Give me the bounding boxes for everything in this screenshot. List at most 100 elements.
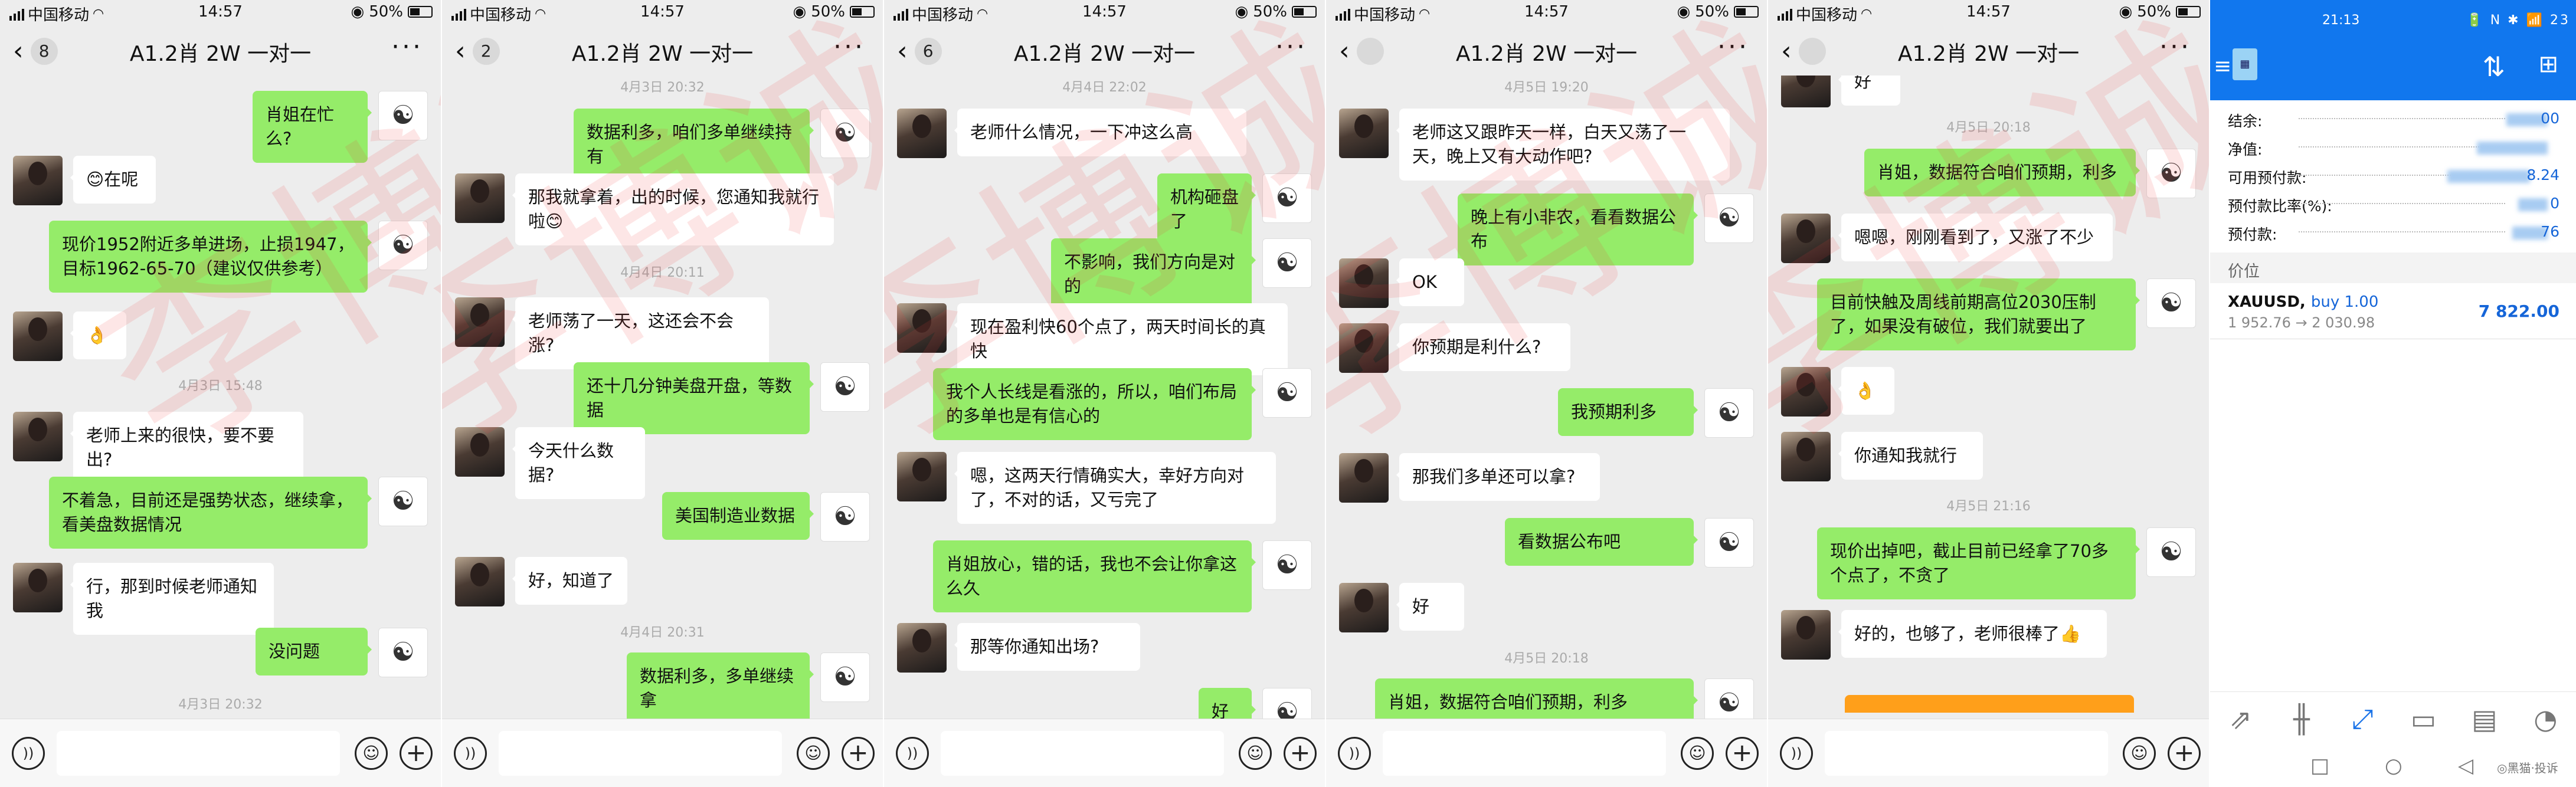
message-bubble[interactable]: 现价1952附近多单进场，止损1947，目标1962-65-70（建议仅供参考）	[49, 221, 372, 293]
message-input[interactable]	[1825, 731, 2108, 776]
contact-avatar[interactable]	[13, 156, 63, 205]
emoji-icon[interactable]: ☺	[2123, 737, 2156, 770]
message-bubble[interactable]: 老师什么情况，一下冲这么高	[954, 109, 1246, 156]
quotes-icon[interactable]: ⇗	[2217, 703, 2264, 735]
open-position[interactable]: XAUUSD, buy 1.00 1 952.76 → 2 030.98 7 822…	[2210, 286, 2576, 339]
menu-icon[interactable]: ≡	[2214, 54, 2231, 78]
trade-icon[interactable]: ⤢	[2339, 703, 2386, 736]
emoji-icon[interactable]: ☺	[1239, 737, 1272, 770]
home-icon[interactable]: ○	[2385, 754, 2402, 778]
message-bubble[interactable]: 目前快触及周线前期高位2030压制了，如果没有破位，我们就要出了	[1817, 278, 2140, 350]
message-bubble[interactable]: 现价出掉吧，截止目前已经拿了70多个点了，不贪了	[1817, 527, 2140, 599]
more-options-icon[interactable]: ···	[1275, 32, 1307, 62]
my-avatar[interactable]: ☯	[820, 362, 870, 412]
contact-avatar[interactable]	[1339, 453, 1389, 503]
my-avatar[interactable]: ☯	[820, 652, 870, 702]
message-bubble[interactable]: 😊在呢	[70, 156, 156, 204]
message-input[interactable]	[941, 731, 1224, 776]
my-avatar[interactable]: ☯	[378, 221, 428, 270]
my-avatar[interactable]: ☯	[2146, 149, 2196, 198]
message-bubble[interactable]: 数据利多，咱们多单继续持有	[574, 109, 814, 181]
message-bubble[interactable]: 好	[1838, 76, 1900, 106]
contact-avatar[interactable]	[1781, 432, 1831, 481]
message-bubble[interactable]: 机构砸盘了	[1157, 173, 1256, 245]
message-bubble[interactable]: 肖姐，数据符合咱们预期，利多	[1864, 149, 2140, 196]
message-list[interactable]: 4月5日 19:20 老师这又跟昨天一样，白天又荡了一天，晚上又有大动作吧? ☯ 晚上…	[1326, 76, 1767, 719]
contact-avatar[interactable]	[13, 311, 63, 361]
message-bubble[interactable]: 肖姐放心，错的话，我也不会让你拿这么久	[933, 540, 1256, 612]
shared-card-preview[interactable]	[1845, 695, 2134, 713]
contact-avatar[interactable]	[1781, 610, 1831, 660]
my-avatar[interactable]: ☯	[1704, 194, 1754, 243]
message-bubble[interactable]: 老师上来的很快，要不要出?	[70, 412, 303, 484]
more-options-icon[interactable]: ···	[833, 32, 865, 62]
contact-avatar[interactable]	[1781, 367, 1831, 417]
contact-avatar[interactable]	[1781, 214, 1831, 263]
contact-avatar[interactable]	[1339, 258, 1389, 308]
message-input[interactable]	[1383, 731, 1666, 776]
contact-avatar[interactable]	[1781, 76, 1831, 107]
emoji-icon[interactable]: ☺	[1681, 737, 1714, 770]
message-bubble[interactable]: 我个人长线是看涨的，所以，咱们布局的多单也是有信心的	[933, 368, 1256, 440]
contact-avatar[interactable]	[1339, 323, 1389, 373]
my-avatar[interactable]: ☯	[1262, 173, 1312, 223]
my-avatar[interactable]: ☯	[378, 477, 428, 526]
message-bubble[interactable]: 那等你通知出场?	[954, 623, 1140, 671]
message-bubble[interactable]: 👌	[1838, 367, 1894, 415]
message-input[interactable]	[499, 731, 782, 776]
my-avatar[interactable]: ☯	[378, 628, 428, 677]
add-attachment-icon[interactable]: +	[400, 737, 433, 770]
history-icon[interactable]: ▭	[2400, 703, 2447, 735]
contact-avatar[interactable]	[897, 109, 947, 158]
message-bubble[interactable]: 那我就拿着，出的时候，您通知我就行啦😊	[512, 173, 834, 245]
contact-avatar[interactable]	[897, 623, 947, 673]
voice-input-icon[interactable]: ))	[12, 737, 45, 770]
my-avatar[interactable]: ☯	[2146, 527, 2196, 577]
my-avatar[interactable]: ☯	[1262, 688, 1312, 719]
news-icon[interactable]: ▤	[2461, 703, 2508, 735]
contact-avatar[interactable]	[455, 557, 505, 606]
contact-avatar[interactable]	[897, 452, 947, 501]
my-avatar[interactable]: ☯	[1704, 678, 1754, 719]
chart-icon[interactable]: ╫	[2278, 703, 2325, 735]
voice-input-icon[interactable]: ))	[454, 737, 487, 770]
contact-avatar[interactable]	[455, 297, 505, 347]
add-attachment-icon[interactable]: +	[1284, 737, 1317, 770]
more-options-icon[interactable]: ···	[1717, 32, 1749, 62]
message-bubble[interactable]: 数据利多，多单继续拿	[627, 652, 814, 719]
message-bubble[interactable]: 好	[1396, 583, 1464, 631]
more-options-icon[interactable]: ···	[391, 32, 423, 62]
message-bubble[interactable]: 👌	[70, 311, 126, 359]
message-bubble[interactable]: 你通知我就行	[1838, 432, 1983, 480]
messages-icon[interactable]: ◔	[2522, 703, 2569, 735]
my-avatar[interactable]: ☯	[820, 492, 870, 542]
contact-avatar[interactable]	[1339, 583, 1389, 632]
message-list[interactable]: 好 4月5日 20:18 ☯ 肖姐，数据符合咱们预期，利多 嗯嗯，刚刚看到了，又涨了不少…	[1768, 76, 2209, 719]
system-back-icon[interactable]: ◁	[2458, 754, 2473, 778]
contact-avatar[interactable]	[13, 412, 63, 461]
voice-input-icon[interactable]: ))	[896, 737, 929, 770]
recent-apps-icon[interactable]: □	[2310, 754, 2329, 778]
message-bubble[interactable]: 看数据公布吧	[1505, 518, 1698, 566]
voice-input-icon[interactable]: ))	[1338, 737, 1371, 770]
my-avatar[interactable]: ☯	[2146, 278, 2196, 328]
message-bubble[interactable]: 那我们多单还可以拿?	[1396, 453, 1600, 501]
message-bubble[interactable]: 现在盈利快60个点了，两天时间长的真快	[954, 303, 1288, 375]
contact-avatar[interactable]	[897, 303, 947, 353]
my-avatar[interactable]: ☯	[378, 91, 428, 140]
sort-icon[interactable]: ⇅	[2482, 51, 2505, 83]
message-bubble[interactable]: 晚上有小非农，看看数据公布	[1458, 194, 1698, 265]
message-bubble[interactable]: 好，知道了	[512, 557, 627, 605]
message-bubble[interactable]: 好的，也够了，老师很棒了👍	[1838, 610, 2107, 658]
message-list[interactable]: 4月3日 20:32 ☯ 数据利多，咱们多单继续持有 那我就拿着，出的时候，您通知我就…	[442, 76, 883, 719]
add-attachment-icon[interactable]: +	[2168, 737, 2201, 770]
message-bubble[interactable]: 肖姐，数据符合咱们预期，利多	[1375, 678, 1698, 719]
message-bubble[interactable]: OK	[1396, 258, 1464, 306]
emoji-icon[interactable]: ☺	[797, 737, 830, 770]
my-avatar[interactable]: ☯	[1704, 518, 1754, 568]
my-avatar[interactable]: ☯	[1262, 238, 1312, 288]
contact-avatar[interactable]	[13, 563, 63, 612]
message-bubble[interactable]: 不着急，目前还是强势状态，继续拿，看美盘数据情况	[49, 477, 372, 549]
message-list[interactable]: 4月4日 22:02 老师什么情况，一下冲这么高 ☯ 机构砸盘了 ☯ 不影响，我们方向是对…	[884, 76, 1325, 719]
message-bubble[interactable]: 好	[1199, 688, 1256, 719]
